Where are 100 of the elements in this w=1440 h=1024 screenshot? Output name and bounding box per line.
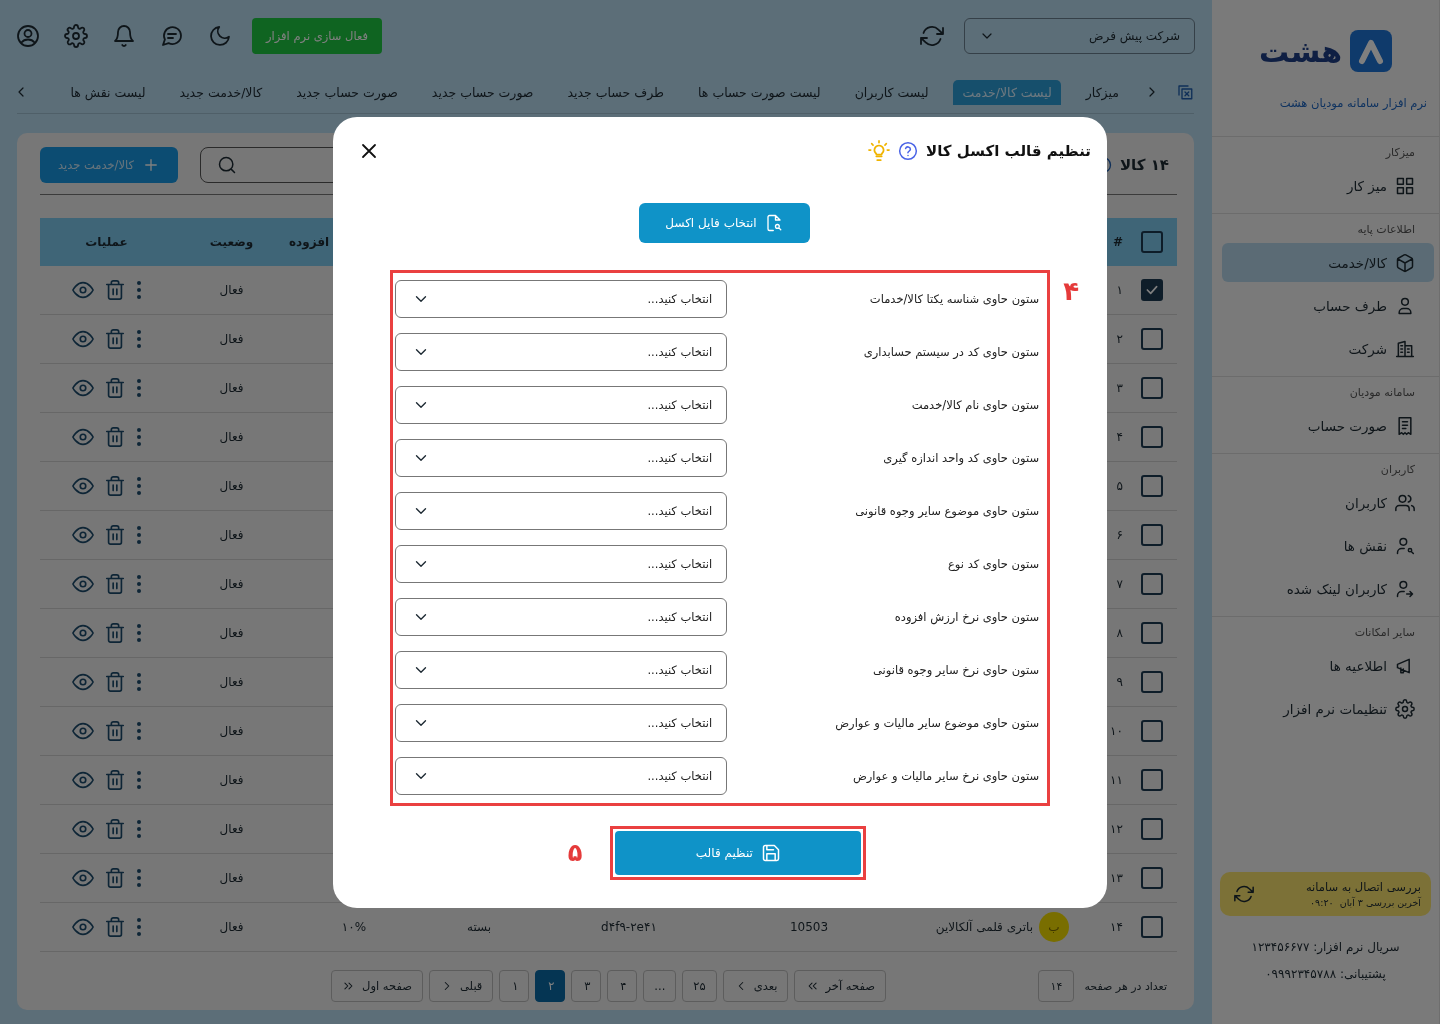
more-icon[interactable]: [135, 525, 142, 545]
trash-icon[interactable]: [103, 426, 126, 448]
trash-icon[interactable]: [103, 279, 126, 301]
tab[interactable]: میزکار: [1076, 79, 1128, 105]
checkbox[interactable]: [1141, 279, 1163, 301]
tab[interactable]: لیست کاربران: [845, 79, 938, 105]
moon-icon[interactable]: [208, 23, 232, 48]
checkbox[interactable]: [1141, 328, 1163, 350]
save-template-button[interactable]: تنظیم قالب: [615, 830, 862, 875]
checkbox[interactable]: [1141, 720, 1163, 742]
pagination-button[interactable]: ۳: [571, 970, 602, 1002]
trash-icon[interactable]: [103, 867, 126, 889]
pagination-button[interactable]: صفحه آخر: [794, 970, 886, 1002]
column-dropdown[interactable]: انتخاب کنید...: [395, 439, 728, 477]
column-dropdown[interactable]: انتخاب کنید...: [395, 651, 728, 689]
column-dropdown[interactable]: انتخاب کنید...: [395, 598, 728, 636]
trash-icon[interactable]: [103, 524, 126, 546]
eye-icon[interactable]: [71, 426, 94, 448]
bell-icon[interactable]: [112, 23, 136, 48]
more-icon[interactable]: [135, 329, 142, 349]
user-icon[interactable]: [16, 23, 40, 48]
pagination-button[interactable]: قبلی: [429, 970, 494, 1002]
pagination-button[interactable]: ۲۵: [682, 970, 717, 1002]
sidebar-item[interactable]: نقش ها: [1222, 526, 1434, 565]
pagination-button[interactable]: ...: [643, 970, 677, 1002]
eye-icon[interactable]: [71, 916, 94, 938]
checkbox[interactable]: [1141, 867, 1163, 889]
column-dropdown[interactable]: انتخاب کنید...: [395, 757, 728, 795]
trash-icon[interactable]: [103, 475, 126, 497]
company-select[interactable]: شرکت پیش فرض: [964, 17, 1195, 54]
more-icon[interactable]: [135, 721, 142, 741]
tab[interactable]: لیست نقش ها: [61, 79, 155, 105]
eye-icon[interactable]: [71, 377, 94, 399]
checkbox[interactable]: [1141, 769, 1163, 791]
eye-icon[interactable]: [71, 769, 94, 791]
column-dropdown[interactable]: انتخاب کنید...: [395, 280, 728, 318]
sidebar-item[interactable]: کالا/خدمت: [1222, 243, 1434, 282]
more-icon[interactable]: [135, 672, 142, 692]
more-icon[interactable]: [135, 868, 142, 888]
trash-icon[interactable]: [103, 916, 126, 938]
trash-icon[interactable]: [103, 818, 126, 840]
more-icon[interactable]: [135, 427, 142, 447]
sidebar-item[interactable]: طرف حساب: [1222, 286, 1434, 325]
sidebar-item[interactable]: شرکت: [1222, 329, 1434, 368]
more-icon[interactable]: [135, 623, 142, 643]
eye-icon[interactable]: [71, 867, 94, 889]
settings-icon[interactable]: [64, 23, 88, 48]
tab[interactable]: صورت حساب جدید: [287, 79, 407, 105]
more-icon[interactable]: [135, 770, 142, 790]
eye-icon[interactable]: [71, 328, 94, 350]
pagination-button[interactable]: ۲: [535, 970, 566, 1002]
checkbox[interactable]: [1141, 231, 1163, 253]
checkbox[interactable]: [1141, 818, 1163, 840]
sidebar-item[interactable]: کاربران: [1222, 483, 1434, 522]
help-icon[interactable]: [898, 140, 919, 161]
refresh-icon[interactable]: [1234, 884, 1254, 904]
refresh-icon[interactable]: [920, 23, 944, 48]
pagination-button[interactable]: بعدی: [722, 970, 789, 1002]
checkbox[interactable]: [1141, 377, 1163, 399]
eye-icon[interactable]: [71, 279, 94, 301]
more-icon[interactable]: [135, 280, 142, 300]
trash-icon[interactable]: [103, 671, 126, 693]
trash-icon[interactable]: [103, 377, 126, 399]
chat-icon[interactable]: [160, 23, 184, 48]
eye-icon[interactable]: [71, 475, 94, 497]
eye-icon[interactable]: [71, 524, 94, 546]
more-icon[interactable]: [135, 819, 142, 839]
column-dropdown[interactable]: انتخاب کنید...: [395, 492, 728, 530]
column-dropdown[interactable]: انتخاب کنید...: [395, 333, 728, 371]
page-size-field[interactable]: ۱۴: [1038, 970, 1075, 1002]
more-icon[interactable]: [135, 378, 142, 398]
select-excel-file-button[interactable]: انتخاب فایل اکسل: [638, 202, 810, 243]
column-dropdown[interactable]: انتخاب کنید...: [395, 386, 728, 424]
tab[interactable]: لیست صورت حساب ها: [689, 79, 830, 105]
checkbox[interactable]: [1141, 916, 1163, 938]
sidebar-item[interactable]: صورت حساب: [1222, 406, 1434, 445]
tab[interactable]: کالا/خدمت جدید: [170, 79, 272, 105]
column-dropdown[interactable]: انتخاب کنید...: [395, 545, 728, 583]
tabs-icon[interactable]: [1176, 83, 1194, 102]
trash-icon[interactable]: [103, 573, 126, 595]
checkbox[interactable]: [1141, 622, 1163, 644]
eye-icon[interactable]: [71, 573, 94, 595]
eye-icon[interactable]: [71, 671, 94, 693]
more-icon[interactable]: [135, 476, 142, 496]
sidebar-item[interactable]: اطلاعیه ها: [1222, 646, 1434, 685]
trash-icon[interactable]: [103, 328, 126, 350]
sidebar-item[interactable]: میز کار: [1222, 166, 1434, 205]
pagination-button[interactable]: ۱: [499, 970, 530, 1002]
trash-icon[interactable]: [103, 720, 126, 742]
pagination-button[interactable]: ۴: [607, 970, 638, 1002]
column-dropdown[interactable]: انتخاب کنید...: [395, 704, 728, 742]
checkbox[interactable]: [1141, 671, 1163, 693]
checkbox[interactable]: [1141, 426, 1163, 448]
sidebar-item[interactable]: کاربران لینک شده: [1222, 569, 1434, 608]
trash-icon[interactable]: [103, 622, 126, 644]
more-icon[interactable]: [135, 574, 142, 594]
eye-icon[interactable]: [71, 818, 94, 840]
trash-icon[interactable]: [103, 769, 126, 791]
checkbox[interactable]: [1141, 524, 1163, 546]
pagination-button[interactable]: صفحه اول: [331, 970, 423, 1002]
